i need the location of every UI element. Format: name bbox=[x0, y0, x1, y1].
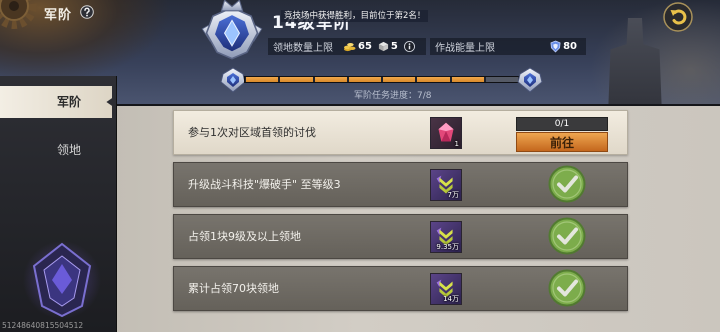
go-button[interactable]: 前往 bbox=[516, 132, 608, 152]
rank-progress-label: 军阶任务进度：7/8 bbox=[354, 91, 432, 101]
task-row: 升级战斗科技"爆破手" 至等级3 7万 bbox=[173, 162, 628, 207]
reward-count: 7万 bbox=[447, 191, 459, 199]
reward-item[interactable]: 7万 bbox=[430, 169, 462, 201]
task-row: 占领1块9级及以上领地 9.35万 bbox=[173, 214, 628, 259]
energy-limit-value: 80 bbox=[563, 41, 577, 52]
sidebar-item-territory[interactable]: 领地 bbox=[0, 134, 112, 166]
coins-icon bbox=[344, 43, 356, 52]
task-text: 累计占领70块领地 bbox=[188, 282, 279, 295]
shield-icon bbox=[550, 40, 561, 53]
emblem-icon bbox=[22, 236, 102, 320]
reward-count: 14万 bbox=[443, 295, 459, 303]
next-rank-badge-icon bbox=[516, 66, 544, 94]
info-icon[interactable] bbox=[403, 41, 415, 52]
current-rank-badge-icon bbox=[219, 66, 247, 94]
task-text: 升级战斗科技"爆破手" 至等级3 bbox=[188, 178, 341, 191]
completed-check-icon bbox=[548, 165, 586, 203]
progress-segment bbox=[451, 77, 484, 82]
task-text: 占领1块9级及以上领地 bbox=[188, 230, 301, 243]
reward-count: 1 bbox=[454, 140, 459, 148]
progress-segment bbox=[314, 77, 347, 82]
help-button[interactable] bbox=[80, 4, 94, 19]
territory-limit-panel: 领地数量上限 65 5 bbox=[268, 38, 426, 55]
territory-coins-value: 65 bbox=[358, 41, 372, 52]
progress-segment bbox=[417, 77, 450, 82]
task-progress-text: 0/1 bbox=[554, 119, 570, 129]
territory-limit-label: 领地数量上限 bbox=[273, 43, 333, 54]
progress-segment bbox=[246, 77, 279, 82]
progress-segment bbox=[485, 77, 518, 82]
cube-icon bbox=[378, 41, 389, 52]
gear-icon bbox=[0, 0, 40, 32]
back-button[interactable] bbox=[663, 2, 693, 32]
question-icon bbox=[80, 5, 94, 19]
energy-limit-panel: 作战能量上限 80 bbox=[430, 38, 586, 55]
footer-code: 51248640815504512 bbox=[2, 321, 84, 330]
territory-blocks-value: 5 bbox=[390, 41, 398, 52]
page-title: 军阶 bbox=[44, 8, 73, 23]
reward-item[interactable]: 9.35万 bbox=[430, 221, 462, 253]
task-row: 参与1次对区域首领的讨伐 1 0/1 前往 bbox=[173, 110, 628, 155]
military-rank-screen: 军阶 14级军阶 竞技场中获得胜利，目前位于第2名！ 领地数量上限 65 5 作… bbox=[0, 0, 720, 332]
completed-check-icon bbox=[548, 217, 586, 255]
task-text: 参与1次对区域首领的讨伐 bbox=[188, 126, 316, 139]
progress-segment bbox=[383, 77, 416, 82]
task-row: 累计占领70块领地 14万 bbox=[173, 266, 628, 311]
energy-limit-group: 80 bbox=[550, 40, 581, 53]
sidebar-item-rank[interactable]: 军阶 bbox=[0, 86, 112, 118]
progress-segment bbox=[348, 77, 381, 82]
rank-progress-bar bbox=[244, 76, 520, 83]
reward-count: 9.35万 bbox=[436, 243, 459, 251]
task-progress: 0/1 bbox=[516, 117, 608, 131]
back-arrow-icon bbox=[663, 2, 693, 32]
completed-check-icon bbox=[548, 269, 586, 307]
reward-item[interactable]: 14万 bbox=[430, 273, 462, 305]
rank-badge-icon bbox=[198, 0, 266, 65]
notification-marquee: 竞技场中获得胜利，目前位于第2名！ bbox=[281, 10, 429, 22]
progress-segment bbox=[280, 77, 313, 82]
reward-item[interactable]: 1 bbox=[430, 117, 462, 149]
energy-limit-label: 作战能量上限 bbox=[435, 43, 495, 54]
